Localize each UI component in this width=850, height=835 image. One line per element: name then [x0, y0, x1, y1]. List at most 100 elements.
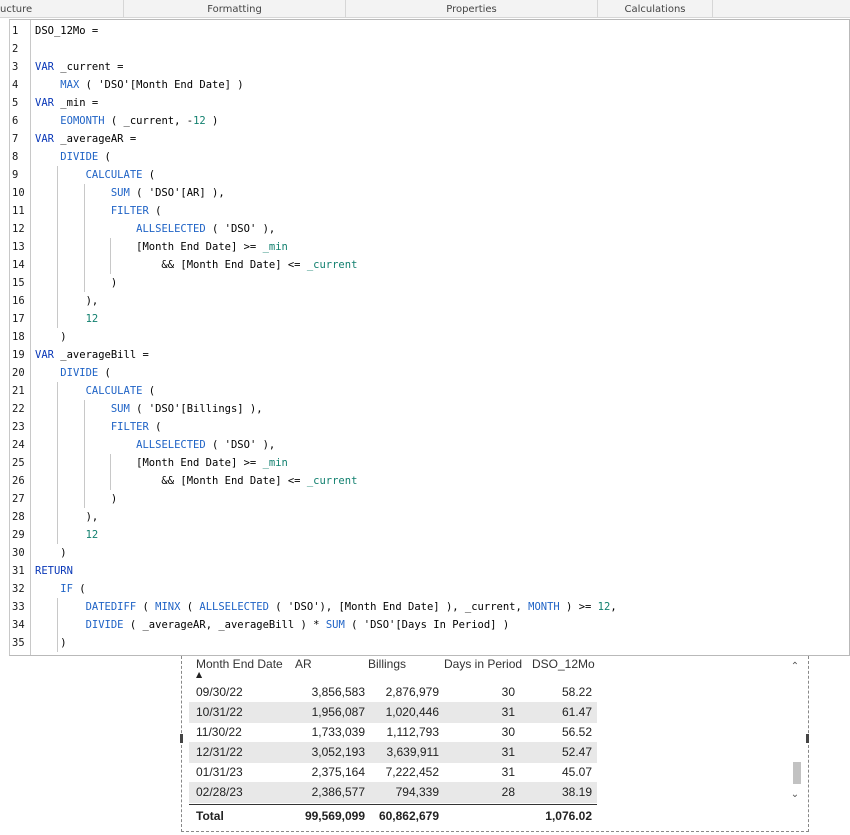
scroll-up-icon[interactable]: ⌃ [788, 660, 802, 674]
code-text: ALLSELECTED ( 'DSO' ), [35, 220, 275, 238]
column-header-dso-12mo[interactable]: DSO_12Mo [532, 657, 595, 671]
token-text: ( [148, 421, 162, 433]
token-fn: MINX [155, 601, 181, 613]
code-line[interactable]: 5 VAR _min = [10, 94, 849, 112]
code-text: FILTER ( [35, 418, 162, 436]
code-line[interactable]: 30 ) [10, 544, 849, 562]
line-number: 3 [12, 61, 19, 73]
code-line[interactable]: 19 VAR _averageBill = [10, 346, 849, 364]
code-line[interactable]: 34 DIVIDE ( _averageAR, _averageBill ) *… [10, 616, 849, 634]
token-fn: FILTER [110, 421, 149, 433]
token-vr: _current [306, 259, 358, 271]
total-label: Total [196, 809, 224, 823]
line-number: 32 [12, 583, 25, 595]
code-line[interactable]: 10 SUM ( 'DSO'[AR] ), [10, 184, 849, 202]
token-text: _min = [53, 97, 99, 109]
code-line[interactable]: 2 [10, 40, 849, 58]
code-line[interactable]: 22 SUM ( 'DSO'[Billings] ), [10, 400, 849, 418]
code-text: DATEDIFF ( MINX ( ALLSELECTED ( 'DSO'), … [35, 598, 617, 616]
line-number: 9 [12, 169, 19, 181]
scrollbar-thumb[interactable] [793, 762, 801, 784]
vertical-scrollbar[interactable]: ⌃ ⌄ [788, 656, 802, 802]
code-line[interactable]: 24 ALLSELECTED ( 'DSO' ), [10, 436, 849, 454]
code-line[interactable]: 11 FILTER ( [10, 202, 849, 220]
code-line[interactable]: 32 IF ( [10, 580, 849, 598]
line-number: 26 [12, 475, 25, 487]
tab-structure[interactable]: ucture [0, 0, 124, 18]
code-line[interactable]: 20 DIVIDE ( [10, 364, 849, 382]
token-text: ) [35, 493, 118, 505]
column-header-ar[interactable]: AR [295, 657, 312, 671]
token-text: ( [142, 169, 156, 181]
dax-formula-editor[interactable]: 1 DSO_12Mo = 2 3 VAR _current = 4 MAX ( 'DSO'… [9, 19, 850, 656]
token-fn: IF [60, 583, 73, 595]
code-line[interactable]: 16 ), [10, 292, 849, 310]
code-text: VAR _averageBill = [35, 346, 149, 364]
code-text: VAR _current = [35, 58, 124, 76]
code-line[interactable]: 31 RETURN [10, 562, 849, 580]
code-line[interactable]: 13 [Month End Date] >= _min [10, 238, 849, 256]
column-header-days-in-period[interactable]: Days in Period [444, 657, 522, 671]
code-line[interactable]: 8 DIVIDE ( [10, 148, 849, 166]
total-billings: 60,862,679 [378, 809, 439, 823]
line-number: 18 [12, 331, 25, 343]
table-row[interactable]: 11/30/22 1,733,039 1,112,793 30 56.52 [189, 722, 597, 743]
token-num: 12 [85, 313, 99, 325]
table-cell: 61.47 [561, 705, 592, 719]
code-line[interactable]: 29 12 [10, 526, 849, 544]
tab-properties[interactable]: Properties [346, 0, 598, 18]
code-line[interactable]: 3 VAR _current = [10, 58, 849, 76]
token-text: _averageBill = [53, 349, 149, 361]
column-header-billings[interactable]: Billings [368, 657, 406, 671]
column-header-month-end-date[interactable]: Month End Date [196, 657, 283, 671]
code-line[interactable]: 25 [Month End Date] >= _min [10, 454, 849, 472]
code-line[interactable]: 26 && [Month End Date] <= _current [10, 472, 849, 490]
code-text: SUM ( 'DSO'[AR] ), [35, 184, 225, 202]
line-number: 33 [12, 601, 25, 613]
table-row[interactable]: 10/31/22 1,956,087 1,020,446 31 61.47 [189, 702, 597, 723]
table-row[interactable]: 02/28/23 2,386,577 794,339 28 38.19 [189, 782, 597, 803]
code-line[interactable]: 4 MAX ( 'DSO'[Month End Date] ) [10, 76, 849, 94]
code-line[interactable]: 33 DATEDIFF ( MINX ( ALLSELECTED ( 'DSO'… [10, 598, 849, 616]
code-text: [Month End Date] >= _min [35, 238, 288, 256]
code-line[interactable]: 21 CALCULATE ( [10, 382, 849, 400]
scroll-down-icon[interactable]: ⌄ [788, 788, 802, 802]
table-cell: 02/28/23 [196, 785, 243, 799]
line-number: 12 [12, 223, 25, 235]
resize-handle-left[interactable] [180, 734, 183, 743]
code-line[interactable]: 7 VAR _averageAR = [10, 130, 849, 148]
code-line[interactable]: 35 ) [10, 634, 849, 652]
code-line[interactable]: 27 ) [10, 490, 849, 508]
code-line[interactable]: 6 EOMONTH ( _current, -12 ) [10, 112, 849, 130]
line-number: 7 [12, 133, 19, 145]
tab-formatting[interactable]: Formatting [124, 0, 346, 18]
code-line[interactable]: 15 ) [10, 274, 849, 292]
code-line[interactable]: 18 ) [10, 328, 849, 346]
code-text: SUM ( 'DSO'[Billings] ), [35, 400, 263, 418]
tab-calculations[interactable]: Calculations [598, 0, 713, 18]
table-row[interactable]: 12/31/22 3,052,193 3,639,911 31 52.47 [189, 742, 597, 763]
line-number: 4 [12, 79, 19, 91]
table-row[interactable]: 01/31/23 2,375,164 7,222,452 31 45.07 [189, 762, 597, 783]
code-line[interactable]: 28 ), [10, 508, 849, 526]
code-line[interactable]: 12 ALLSELECTED ( 'DSO' ), [10, 220, 849, 238]
code-line[interactable]: 17 12 [10, 310, 849, 328]
table-row[interactable]: 09/30/22 3,856,583 2,876,979 30 58.22 [189, 682, 597, 703]
resize-handle-right[interactable] [806, 734, 809, 743]
line-number: 31 [12, 565, 25, 577]
token-fn: MAX [60, 79, 80, 91]
table-cell: 10/31/22 [196, 705, 243, 719]
code-line[interactable]: 23 FILTER ( [10, 418, 849, 436]
token-fn: ALLSELECTED [136, 439, 206, 451]
sort-ascending-icon[interactable]: ▲ [196, 671, 202, 679]
code-line[interactable]: 14 && [Month End Date] <= _current [10, 256, 849, 274]
code-line[interactable]: 9 CALCULATE ( [10, 166, 849, 184]
table-visual[interactable]: Month End Date ▲ AR Billings Days in Per… [180, 656, 809, 832]
table-cell: 11/30/22 [196, 725, 242, 739]
code-line[interactable]: 1 DSO_12Mo = [10, 22, 849, 40]
